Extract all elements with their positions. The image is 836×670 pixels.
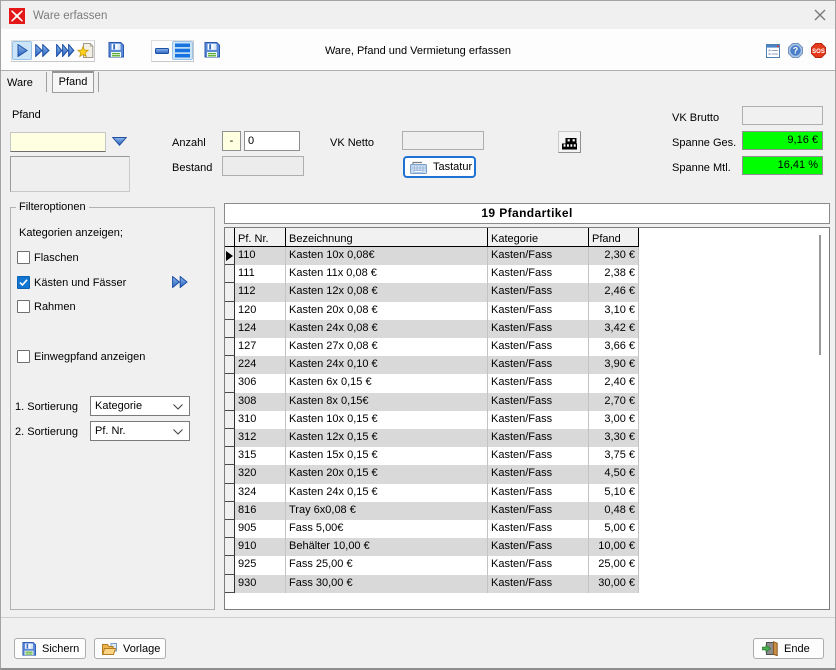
svg-text:?: ? — [793, 46, 799, 56]
svg-text:SOS: SOS — [812, 49, 825, 55]
